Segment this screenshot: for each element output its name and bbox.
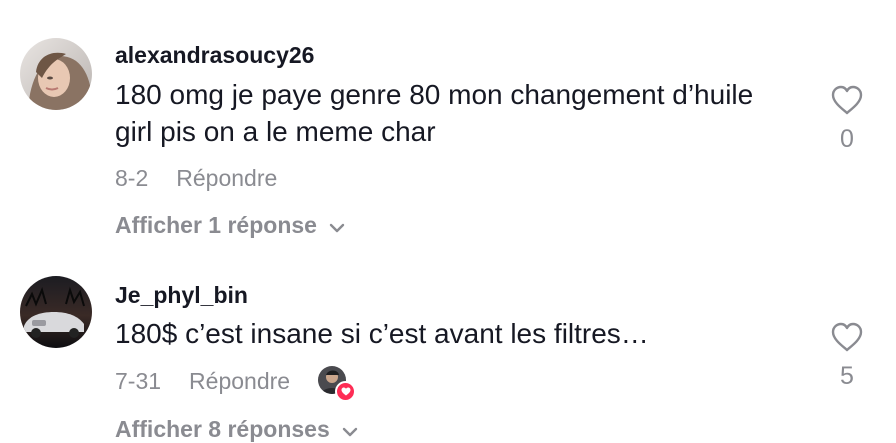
view-replies-button[interactable]: Afficher 1 réponse bbox=[115, 212, 345, 239]
like-button[interactable]: 0 bbox=[826, 84, 868, 154]
view-replies-label: Afficher 8 réponses bbox=[115, 416, 330, 442]
comment-text: 180 omg je paye genre 80 mon changement … bbox=[115, 79, 754, 147]
avatar[interactable] bbox=[20, 38, 92, 110]
heart-outline-icon bbox=[826, 321, 868, 358]
comment-meta: 7-31 Répondre bbox=[115, 366, 357, 402]
like-count: 5 bbox=[840, 362, 854, 390]
comment-text: 180$ c’est insane si c’est avant les fil… bbox=[115, 318, 649, 349]
chevron-down-icon bbox=[329, 212, 345, 239]
chevron-down-icon bbox=[342, 416, 358, 443]
creator-liked-badge bbox=[318, 366, 357, 402]
view-replies-label: Afficher 1 réponse bbox=[115, 212, 317, 238]
heart-outline-icon bbox=[826, 84, 868, 121]
comment-username[interactable]: Je_phyl_bin bbox=[115, 282, 248, 309]
view-replies-button[interactable]: Afficher 8 réponses bbox=[115, 416, 358, 443]
red-heart-badge-icon bbox=[335, 381, 357, 402]
reply-button[interactable]: Répondre bbox=[189, 368, 290, 395]
like-button[interactable]: 5 bbox=[826, 321, 868, 391]
comment-username[interactable]: alexandrasoucy26 bbox=[115, 42, 314, 69]
reply-button[interactable]: Répondre bbox=[176, 165, 277, 192]
like-count: 0 bbox=[840, 125, 854, 153]
comment-meta: 8-2 Répondre bbox=[115, 165, 277, 192]
comment-date: 8-2 bbox=[115, 165, 149, 191]
avatar[interactable] bbox=[20, 276, 92, 348]
comment-date: 7-31 bbox=[115, 367, 162, 394]
